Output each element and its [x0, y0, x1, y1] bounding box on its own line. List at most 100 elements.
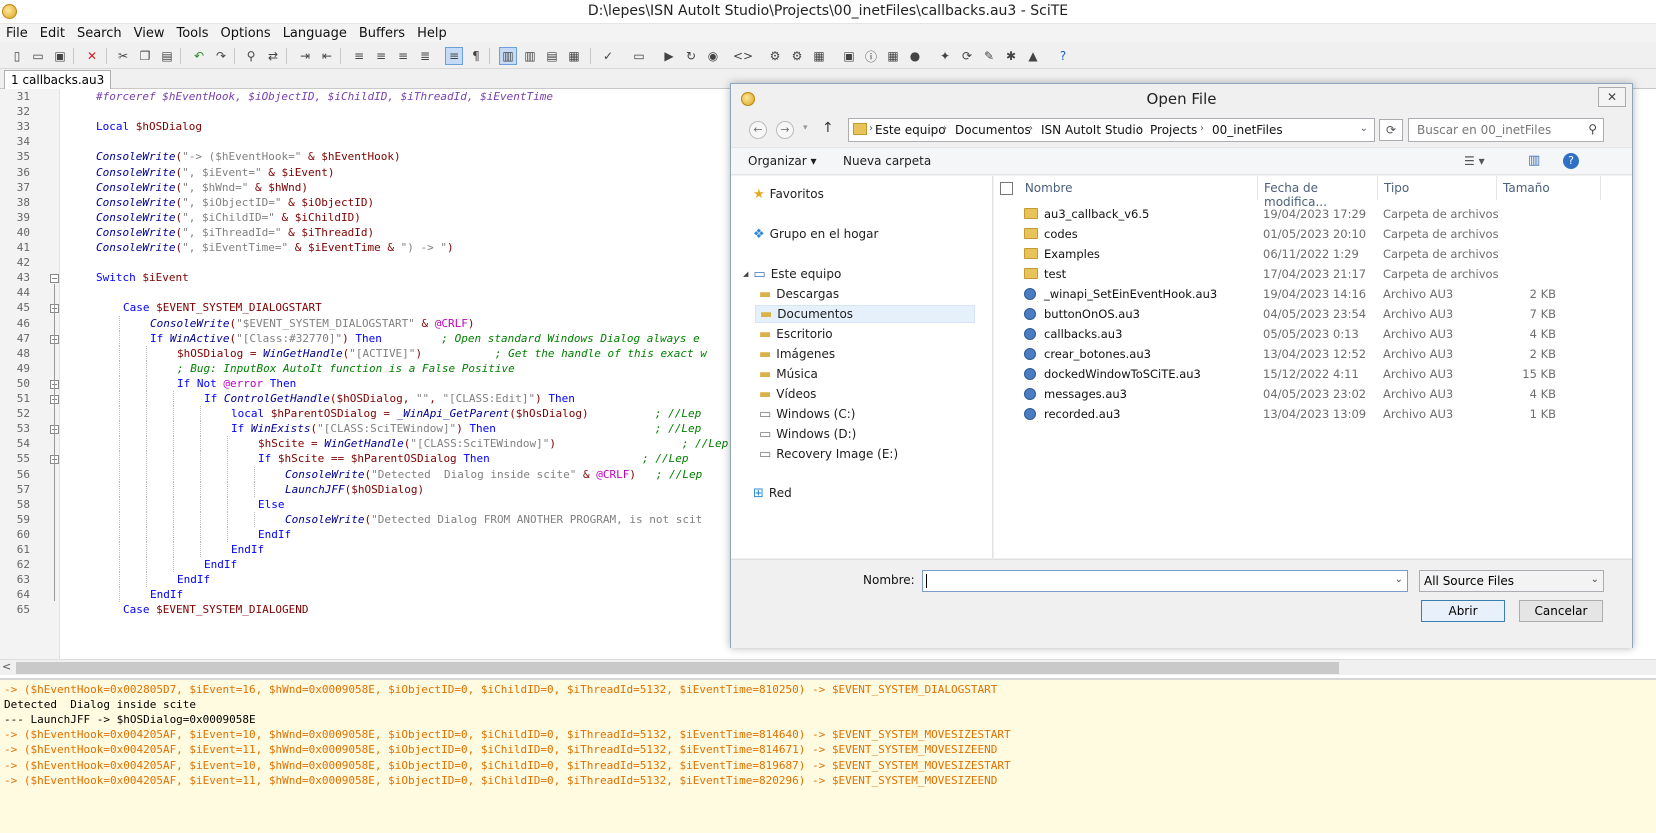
nav-item-red[interactable]: ⊞ Red: [753, 484, 792, 502]
nav-item-recovery-image-e-[interactable]: ▭ Recovery Image (E:): [759, 445, 898, 463]
settings-gear-icon[interactable]: ⚙: [766, 47, 784, 65]
nav-item-v-deos[interactable]: ▬ Vídeos: [759, 385, 816, 403]
paste-icon[interactable]: ▤: [158, 47, 176, 65]
select-all-checkbox[interactable]: [1000, 182, 1013, 195]
console-icon[interactable]: ▭: [630, 47, 648, 65]
cancel-button[interactable]: Cancelar: [1519, 600, 1603, 622]
nav-item-windows-d-[interactable]: ▭ Windows (D:): [759, 425, 856, 443]
nav-item-descargas[interactable]: ▬ Descargas: [759, 285, 839, 303]
file-list[interactable]: Nombre Fecha de modifica... Tipo Tamaño …: [994, 176, 1632, 558]
tab-callbacks[interactable]: 1 callbacks.au3: [4, 70, 112, 89]
code-line[interactable]: ConsoleWrite(", $iThreadId=" & $iThreadI…: [96, 225, 836, 241]
window-select-icon[interactable]: ▣: [840, 47, 858, 65]
tools-gear-icon[interactable]: ⚙: [788, 47, 806, 65]
open-folder-icon[interactable]: ▭: [29, 47, 47, 65]
nav-item-windows-c-[interactable]: ▭ Windows (C:): [759, 405, 855, 423]
column-header-name[interactable]: Nombre: [994, 176, 1258, 200]
scrollbar-thumb[interactable]: [16, 662, 1339, 674]
file-row[interactable]: buttonOnOS.au3 04/05/2023 23:54 Archivo AU…: [994, 304, 1632, 324]
breadcrumb-chevron-icon[interactable]: ›: [943, 123, 947, 134]
fold-marker-icon[interactable]: −: [50, 274, 59, 284]
align-center-icon[interactable]: ≡: [372, 47, 390, 65]
code-line[interactable]: Local $hOSDialog: [96, 119, 836, 135]
view-split-4-icon[interactable]: ▦: [565, 47, 583, 65]
file-row[interactable]: _winapi_SetEinEventHook.au3 19/04/2023 14…: [994, 284, 1632, 304]
redo-icon[interactable]: ↷: [212, 47, 230, 65]
dialog-help-icon[interactable]: ?: [1563, 153, 1579, 169]
new-folder-button[interactable]: Nueva carpeta: [843, 154, 931, 168]
file-row[interactable]: messages.au3 04/05/2023 23:02 Archivo AU3 4…: [994, 384, 1632, 404]
nav-item-este-equipo[interactable]: ◢ ▭ Este equipo: [743, 265, 841, 283]
scroll-left-icon[interactable]: <: [2, 660, 11, 673]
debug-icon[interactable]: ✦: [936, 47, 954, 65]
run-icon[interactable]: ▶: [660, 47, 678, 65]
new-file-icon[interactable]: ▯: [8, 47, 26, 65]
copy-icon[interactable]: ❐: [136, 47, 154, 65]
breadcrumb-segment[interactable]: Projects: [1150, 123, 1197, 137]
recent-dropdown-icon[interactable]: ▾: [803, 123, 808, 133]
file-row[interactable]: codes 01/05/2023 20:10 Carpeta de archivos: [994, 224, 1632, 244]
code-line[interactable]: [96, 104, 836, 120]
file-row[interactable]: crear_botones.au3 13/04/2023 12:52 Archivo…: [994, 344, 1632, 364]
nav-item-documentos[interactable]: ▬ Documentos: [755, 305, 975, 323]
menu-file[interactable]: File: [0, 24, 34, 43]
check-icon[interactable]: ✓: [599, 47, 617, 65]
code-line[interactable]: Switch $iEvent: [96, 270, 836, 286]
code-line[interactable]: [96, 285, 836, 301]
find-icon[interactable]: ⚲: [242, 47, 260, 65]
breadcrumb-chevron-icon[interactable]: ›: [1200, 123, 1204, 134]
info-icon[interactable]: ⓘ: [862, 47, 880, 65]
cut-icon[interactable]: ✂: [114, 47, 132, 65]
nav-item-grupo-en-el-hogar[interactable]: ❖ Grupo en el hogar: [753, 225, 878, 243]
code-line[interactable]: ConsoleWrite(", $iEvent=" & $iEvent): [96, 165, 836, 181]
code-line[interactable]: ConsoleWrite("-> ($hEventHook=" & $hEven…: [96, 149, 836, 165]
code-line[interactable]: [96, 255, 836, 271]
address-bar[interactable]: Este equipo › Documentos › ISN AutoIt Studio…: [848, 118, 1375, 142]
menu-buffers[interactable]: Buffers: [353, 24, 411, 43]
filetype-dropdown-icon[interactable]: ⌄: [1591, 574, 1599, 585]
back-arrow-icon[interactable]: ←: [749, 121, 767, 139]
search-icon[interactable]: ⚲: [1588, 122, 1597, 136]
nav-item-im-genes[interactable]: ▬ Imágenes: [759, 345, 835, 363]
align-left-icon[interactable]: ≡: [350, 47, 368, 65]
breadcrumb-chevron-icon[interactable]: ›: [1029, 123, 1033, 134]
file-row[interactable]: callbacks.au3 05/05/2023 0:13 Archivo AU3 4…: [994, 324, 1632, 344]
view-options-icon[interactable]: ☰ ▾: [1464, 154, 1485, 168]
save-icon[interactable]: ▣: [51, 47, 69, 65]
filetype-select[interactable]: All Source Files ⌄: [1419, 570, 1604, 592]
breadcrumb-segment[interactable]: ISN AutoIt Studio: [1041, 123, 1143, 137]
view-split-1-icon[interactable]: ▥: [499, 47, 517, 65]
menu-help[interactable]: Help: [411, 24, 453, 43]
paragraph-icon[interactable]: ¶: [467, 47, 485, 65]
forward-arrow-icon[interactable]: →: [776, 121, 794, 139]
code-line[interactable]: [96, 134, 836, 150]
code-line[interactable]: ConsoleWrite(", $iObjectID=" & $iObjectI…: [96, 195, 836, 211]
menu-edit[interactable]: Edit: [34, 24, 71, 43]
replace-icon[interactable]: ⇄: [264, 47, 282, 65]
help-icon[interactable]: ?: [1054, 47, 1072, 65]
step-icon[interactable]: ↻: [682, 47, 700, 65]
refresh-address-icon[interactable]: ⟳: [1379, 119, 1403, 141]
stop-icon[interactable]: ◉: [704, 47, 722, 65]
breadcrumb-segment[interactable]: 00_inetFiles: [1212, 123, 1283, 137]
open-button[interactable]: Abrir: [1421, 600, 1505, 622]
preview-pane-icon[interactable]: ▥: [1528, 153, 1540, 168]
dialog-close-button[interactable]: ✕: [1598, 87, 1626, 107]
sphere-icon[interactable]: ●: [906, 47, 924, 65]
expand-arrow-icon[interactable]: ◢: [743, 270, 748, 278]
nav-item-escritorio[interactable]: ▬ Escritorio: [759, 325, 833, 343]
filename-input[interactable]: ⌄: [922, 570, 1408, 592]
menu-options[interactable]: Options: [215, 24, 277, 43]
macro-icon[interactable]: ▦: [810, 47, 828, 65]
align-right-icon[interactable]: ≡: [394, 47, 412, 65]
address-dropdown-icon[interactable]: ⌄: [1360, 123, 1368, 134]
column-header-type[interactable]: Tipo: [1378, 176, 1497, 200]
nav-item-m-sica[interactable]: ▬ Música: [759, 365, 818, 383]
code-line[interactable]: #forceref $hEventHook, $iObjectID, $iChi…: [96, 89, 836, 105]
grid-icon[interactable]: ▦: [884, 47, 902, 65]
outdent-icon[interactable]: ⇤: [318, 47, 336, 65]
view-split-3-icon[interactable]: ▤: [543, 47, 561, 65]
filename-dropdown-icon[interactable]: ⌄: [1395, 574, 1403, 585]
file-row[interactable]: Examples 06/11/2022 1:29 Carpeta de archiv…: [994, 244, 1632, 264]
column-header-date[interactable]: Fecha de modifica...: [1258, 176, 1378, 209]
